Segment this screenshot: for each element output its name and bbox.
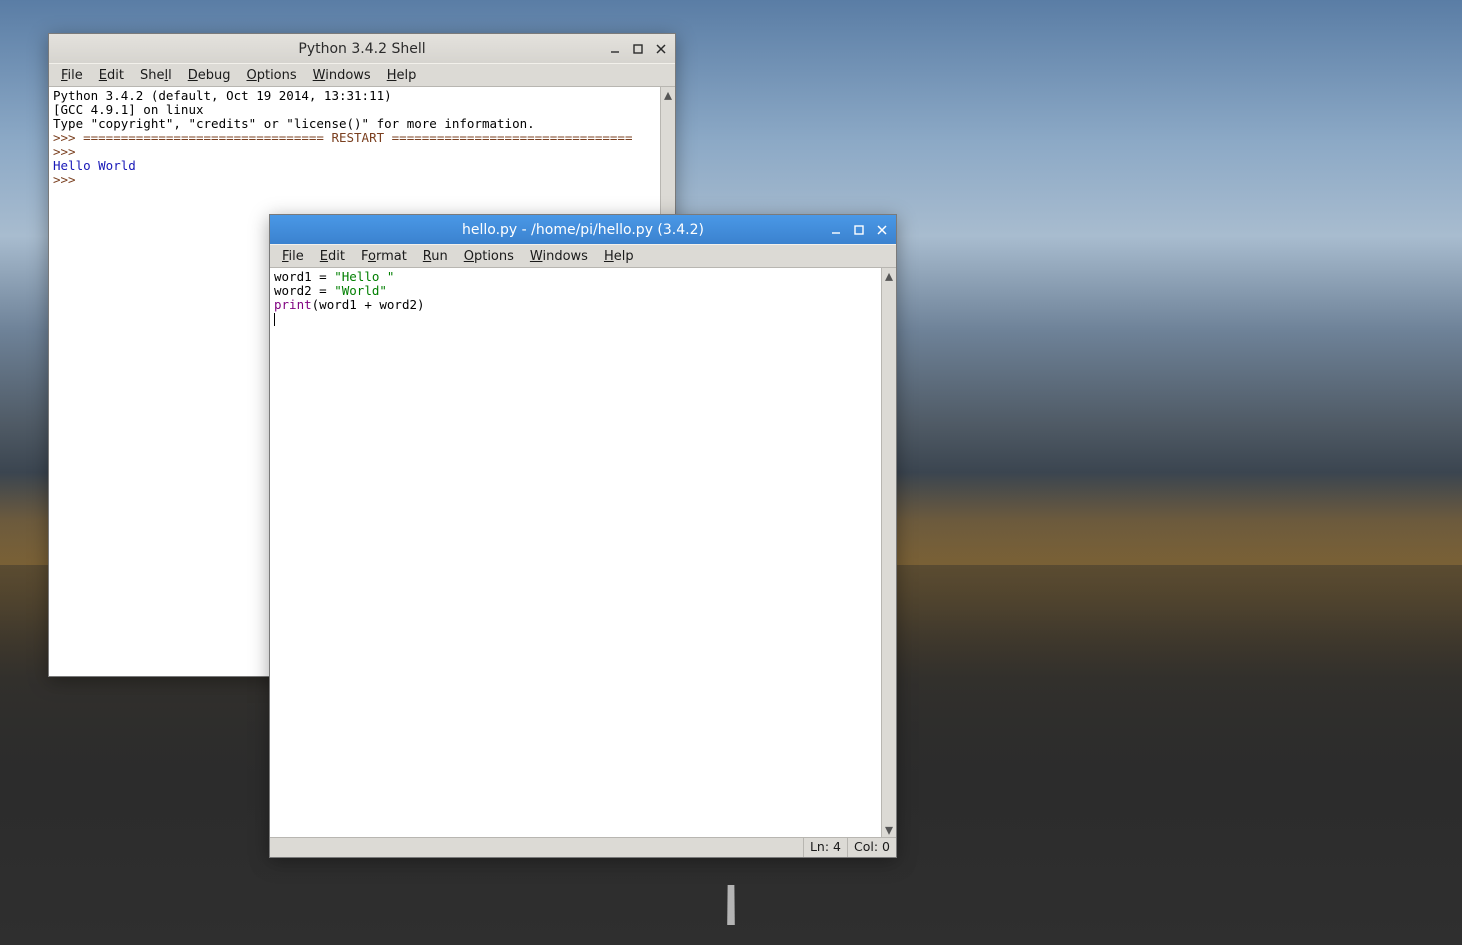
close-button[interactable]: [650, 38, 671, 59]
shell-prompt: >>>: [53, 172, 83, 187]
code-text: word1 =: [274, 269, 334, 284]
menu-help[interactable]: Help: [379, 66, 425, 85]
shell-title: Python 3.4.2 Shell: [298, 41, 425, 57]
maximize-button[interactable]: [848, 219, 869, 240]
scroll-track[interactable]: [882, 283, 896, 822]
menu-help[interactable]: Help: [596, 247, 642, 266]
minimize-button[interactable]: [604, 38, 625, 59]
menu-shell[interactable]: Shell: [132, 66, 180, 85]
menu-file[interactable]: File: [274, 247, 312, 266]
menu-run[interactable]: Run: [415, 247, 456, 266]
menu-format[interactable]: Format: [353, 247, 415, 266]
editor-titlebar[interactable]: hello.py - /home/pi/hello.py (3.4.2): [270, 215, 896, 244]
shell-line: [GCC 4.9.1] on linux: [53, 102, 204, 117]
shell-prompt: >>>: [53, 144, 83, 159]
code-builtin: print: [274, 297, 312, 312]
editor-statusbar: Ln: 4 Col: 0: [270, 837, 896, 857]
code-text: word2 =: [274, 283, 334, 298]
editor-scrollbar[interactable]: ▴ ▾: [881, 268, 896, 837]
shell-line: Type "copyright", "credits" or "license(…: [53, 116, 535, 131]
editor-window[interactable]: hello.py - /home/pi/hello.py (3.4.2) Fil…: [269, 214, 897, 858]
scroll-down-icon[interactable]: ▾: [882, 822, 896, 837]
editor-menubar: File Edit Format Run Options Windows Hel…: [270, 244, 896, 268]
menu-debug[interactable]: Debug: [180, 66, 239, 85]
menu-options[interactable]: Options: [456, 247, 522, 266]
menu-edit[interactable]: Edit: [312, 247, 353, 266]
editor-title: hello.py - /home/pi/hello.py (3.4.2): [462, 222, 704, 238]
minimize-button[interactable]: [825, 219, 846, 240]
status-line: Ln: 4: [803, 838, 847, 857]
shell-output: Hello World: [53, 158, 136, 173]
shell-line: Python 3.4.2 (default, Oct 19 2014, 13:3…: [53, 88, 392, 103]
text-cursor: [274, 313, 275, 326]
menu-options[interactable]: Options: [238, 66, 304, 85]
shell-restart: ================================ RESTART…: [83, 130, 632, 145]
editor-text-area[interactable]: word1 = "Hello " word2 = "World" print(w…: [270, 268, 881, 837]
shell-menubar: File Edit Shell Debug Options Windows He…: [49, 63, 675, 87]
code-string: "Hello ": [334, 269, 394, 284]
menu-windows[interactable]: Windows: [305, 66, 379, 85]
shell-prompt: >>>: [53, 130, 83, 145]
close-button[interactable]: [871, 219, 892, 240]
maximize-button[interactable]: [627, 38, 648, 59]
code-string: "World": [334, 283, 387, 298]
menu-windows[interactable]: Windows: [522, 247, 596, 266]
scroll-up-icon[interactable]: ▴: [882, 268, 896, 283]
status-col: Col: 0: [847, 838, 896, 857]
shell-titlebar[interactable]: Python 3.4.2 Shell: [49, 34, 675, 63]
menu-edit[interactable]: Edit: [91, 66, 132, 85]
menu-file[interactable]: File: [53, 66, 91, 85]
scroll-up-icon[interactable]: ▴: [661, 87, 675, 102]
code-text: (word1 + word2): [312, 297, 425, 312]
